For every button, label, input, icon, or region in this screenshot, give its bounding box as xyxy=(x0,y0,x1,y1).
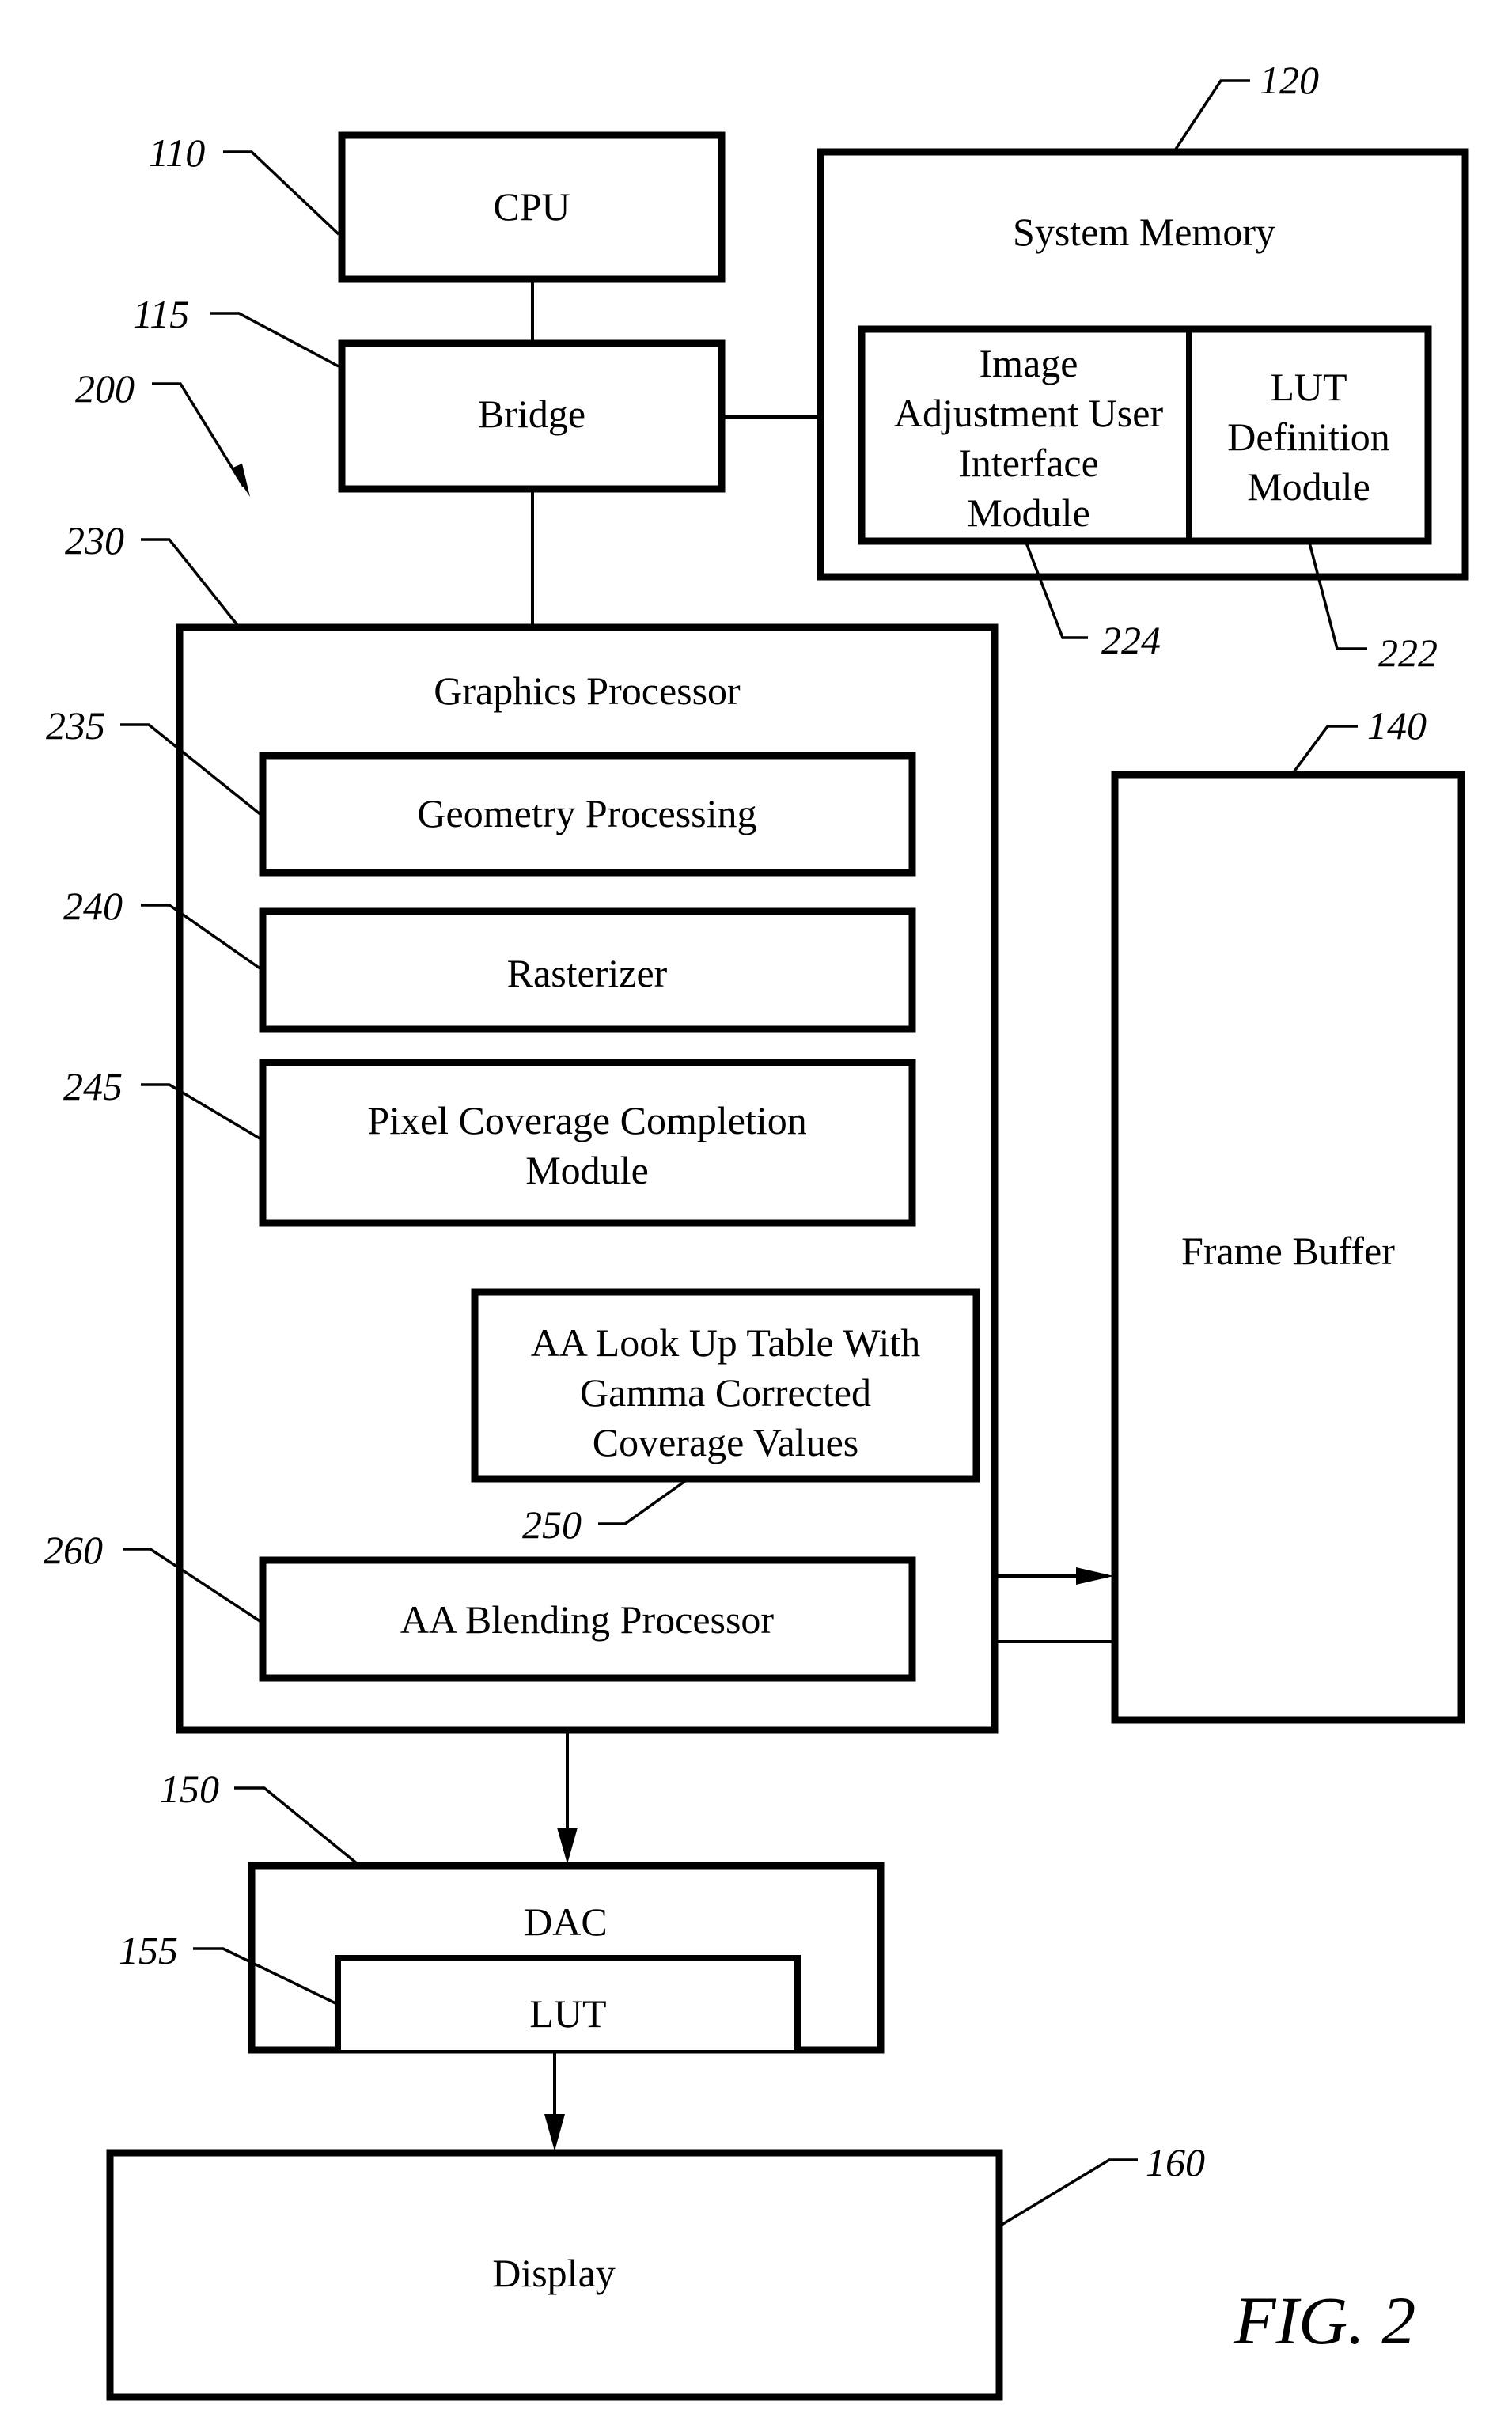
lut-definition-line-3: Module xyxy=(1247,464,1370,509)
ref-110: 110 xyxy=(149,131,205,175)
bridge-block: Bridge xyxy=(338,339,726,493)
dac-label: DAC xyxy=(524,1900,608,1944)
lut-definition-line-1: LUT xyxy=(1270,365,1347,409)
figure-caption: FIG. 2 xyxy=(1233,2283,1415,2358)
leader-115 xyxy=(210,312,339,368)
ref-140: 140 xyxy=(1367,703,1427,748)
ref-160: 160 xyxy=(1146,2140,1205,2184)
leader-160 xyxy=(1001,2158,1138,2226)
aa-lookup-table-block: AA Look Up Table With Gamma Corrected Co… xyxy=(471,1288,980,1483)
geometry-processing-block: Geometry Processing xyxy=(259,752,916,877)
leader-120 xyxy=(1173,79,1250,151)
aa-blending-processor-block: AA Blending Processor xyxy=(259,1556,916,1682)
display-label: Display xyxy=(492,2251,616,2295)
leader-230 xyxy=(141,538,239,627)
rasterizer-block: Rasterizer xyxy=(259,907,916,1033)
aa-lut-line-3: Coverage Values xyxy=(593,1420,858,1464)
image-adjustment-line-3: Interface xyxy=(958,441,1099,485)
leader-110 xyxy=(223,150,340,236)
block-diagram: CPU 110 Bridge 115 200 System Memory Ima… xyxy=(44,58,1469,2401)
bridge-label: Bridge xyxy=(478,392,585,436)
pixel-coverage-completion-block: Pixel Coverage Completion Module xyxy=(259,1059,916,1227)
ref-235: 235 xyxy=(46,703,105,748)
ref-150: 150 xyxy=(160,1767,219,1811)
ref-155: 155 xyxy=(119,1928,178,1972)
cpu-label: CPU xyxy=(493,184,570,229)
ref-120: 120 xyxy=(1260,58,1319,102)
arrow-right-icon xyxy=(1076,1567,1114,1585)
arrow-icon xyxy=(231,464,250,497)
ref-260: 260 xyxy=(44,1528,103,1572)
leader-150 xyxy=(234,1786,359,1866)
ref-115: 115 xyxy=(133,292,189,336)
ref-245: 245 xyxy=(63,1064,123,1108)
geometry-processing-label: Geometry Processing xyxy=(417,791,756,835)
aa-lut-line-2: Gamma Corrected xyxy=(580,1370,871,1415)
system-memory-label: System Memory xyxy=(1013,210,1275,254)
rasterizer-label: Rasterizer xyxy=(507,951,668,995)
ref-224: 224 xyxy=(1101,618,1161,662)
ref-250: 250 xyxy=(522,1502,582,1547)
lut-definition-line-2: Definition xyxy=(1227,415,1390,459)
dac-block: DAC LUT xyxy=(248,1862,885,2054)
graphics-processor-label: Graphics Processor xyxy=(434,669,741,713)
image-adjustment-line-2: Adjustment User xyxy=(894,391,1164,435)
dac-lut-label: LUT xyxy=(529,1991,606,2036)
pixel-coverage-line-1: Pixel Coverage Completion xyxy=(367,1098,806,1142)
system-memory-block: System Memory Image Adjustment User Inte… xyxy=(817,148,1469,581)
ref-200: 200 xyxy=(75,366,135,411)
arrow-down-icon xyxy=(557,1828,578,1864)
aa-blending-label: AA Blending Processor xyxy=(400,1597,775,1642)
image-adjustment-line-4: Module xyxy=(967,491,1090,535)
frame-buffer-label: Frame Buffer xyxy=(1181,1229,1395,1273)
ref-222: 222 xyxy=(1378,631,1438,675)
aa-lut-line-1: AA Look Up Table With xyxy=(531,1320,921,1365)
ref-240: 240 xyxy=(63,884,123,928)
leader-200 xyxy=(152,382,245,487)
leader-140 xyxy=(1290,725,1358,777)
arrow-down-icon xyxy=(544,2114,565,2151)
pixel-coverage-line-2: Module xyxy=(525,1148,649,1192)
image-adjustment-line-1: Image xyxy=(980,341,1078,385)
ref-230: 230 xyxy=(65,518,124,563)
display-block: Display xyxy=(106,2149,1003,2401)
frame-buffer-block: Frame Buffer xyxy=(1111,771,1465,1724)
cpu-block: CPU xyxy=(338,131,726,283)
